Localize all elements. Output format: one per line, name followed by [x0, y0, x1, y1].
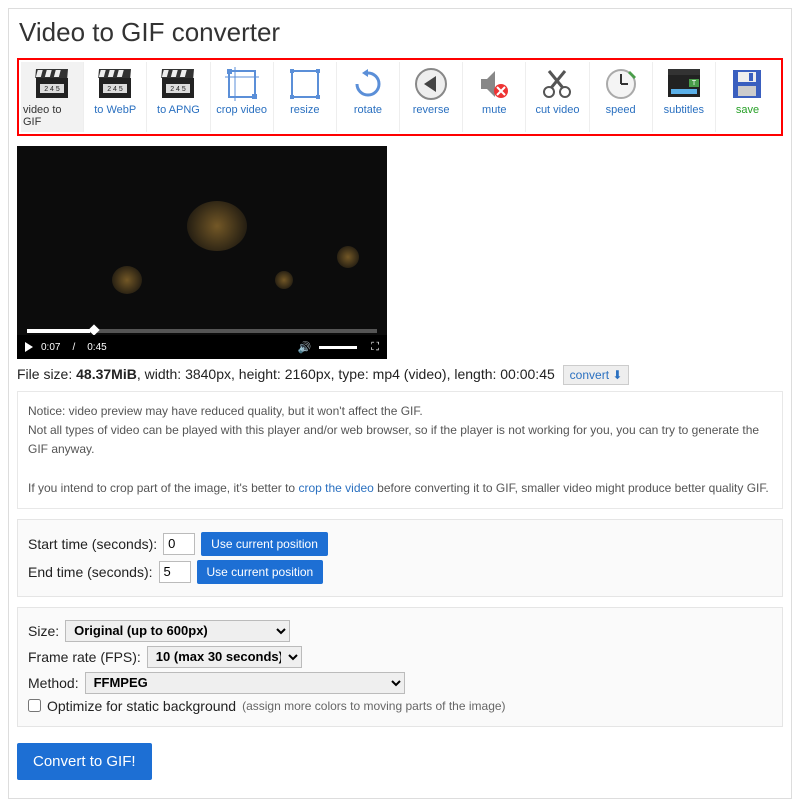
scissors-icon [539, 66, 575, 102]
subtitles-icon: T [666, 66, 702, 102]
tool-label: reverse [413, 104, 450, 116]
fps-label: Frame rate (FPS): [28, 649, 141, 665]
time-panel: Start time (seconds): Use current positi… [17, 519, 783, 597]
time-current: 0:07 [41, 342, 60, 353]
video-preview [17, 146, 387, 359]
svg-text:2 4 5: 2 4 5 [107, 86, 123, 93]
time-separator: / [72, 342, 75, 353]
tool-mute[interactable]: mute [463, 62, 526, 132]
svg-text:2 4 5: 2 4 5 [171, 86, 187, 93]
tool-to-apng[interactable]: 2 4 5 to APNG [147, 62, 210, 132]
start-time-label: Start time (seconds): [28, 536, 157, 552]
end-time-label: End time (seconds): [28, 564, 153, 580]
tool-video-to-gif[interactable]: 2 4 5 video to GIF [21, 62, 84, 132]
convert-link[interactable]: convert ⬇ [563, 365, 630, 385]
notice-line-1: Notice: video preview may have reduced q… [28, 402, 772, 421]
reverse-icon [413, 66, 449, 102]
method-select[interactable]: FFMPEG [85, 672, 405, 694]
end-time-input[interactable] [159, 561, 191, 583]
use-current-start-button[interactable]: Use current position [201, 532, 328, 556]
tool-label: cut video [535, 104, 579, 116]
size-label: Size: [28, 623, 59, 639]
notice-line-3: If you intend to crop part of the image,… [28, 479, 772, 498]
size-select[interactable]: Original (up to 600px) [65, 620, 290, 642]
save-icon [729, 66, 765, 102]
tool-crop-video[interactable]: crop video [211, 62, 274, 132]
fps-select[interactable]: 10 (max 30 seconds) [147, 646, 302, 668]
use-current-end-button[interactable]: Use current position [197, 560, 324, 584]
tool-label: save [736, 104, 759, 116]
rotate-icon [350, 66, 386, 102]
tool-to-webp[interactable]: 2 4 5 to WebP [84, 62, 147, 132]
optimize-checkbox[interactable] [28, 699, 41, 712]
clapperboard-icon: 2 4 5 [34, 66, 70, 102]
meta-rest: , width: 3840px, height: 2160px, type: m… [137, 366, 555, 382]
tool-speed[interactable]: speed [590, 62, 653, 132]
tool-label: video to GIF [23, 104, 81, 128]
tool-label: crop video [216, 104, 267, 116]
play-icon[interactable] [25, 342, 33, 352]
options-panel: Size: Original (up to 600px) Frame rate … [17, 607, 783, 727]
tool-label: subtitles [664, 104, 704, 116]
resize-icon [287, 66, 323, 102]
toolbar: 2 4 5 video to GIF 2 4 5 to WebP 2 4 5 t… [21, 62, 779, 132]
seek-fill [27, 329, 90, 333]
optimize-hint: (assign more colors to moving parts of t… [242, 699, 505, 713]
tool-label: resize [290, 104, 319, 116]
notice-box: Notice: video preview may have reduced q… [17, 391, 783, 509]
mute-icon [476, 66, 512, 102]
clapperboard-icon: 2 4 5 [160, 66, 196, 102]
clapperboard-icon: 2 4 5 [97, 66, 133, 102]
volume-slider[interactable] [319, 346, 357, 349]
time-duration: 0:45 [87, 342, 106, 353]
file-info-line: File size: 48.37MiB, width: 3840px, heig… [17, 365, 783, 385]
seek-bar[interactable] [27, 329, 377, 333]
tool-cut-video[interactable]: cut video [526, 62, 589, 132]
meta-prefix: File size: [17, 366, 76, 382]
tool-rotate[interactable]: rotate [337, 62, 400, 132]
convert-to-gif-button[interactable]: Convert to GIF! [17, 743, 152, 780]
video-controls: 0:07 / 0:45 🔊 ⛶ [17, 335, 387, 359]
video-player[interactable]: 0:07 / 0:45 🔊 ⛶ [17, 146, 387, 359]
tool-resize[interactable]: resize [274, 62, 337, 132]
meta-size: 48.37MiB [76, 366, 137, 382]
tool-label: to APNG [157, 104, 200, 116]
tool-save[interactable]: save [716, 62, 779, 132]
svg-text:T: T [692, 80, 697, 87]
notice-line-2: Not all types of video can be played wit… [28, 421, 772, 459]
page-title: Video to GIF converter [19, 17, 783, 48]
tool-subtitles[interactable]: T subtitles [653, 62, 716, 132]
crop-icon [224, 66, 260, 102]
fullscreen-icon[interactable]: ⛶ [371, 341, 379, 354]
optimize-label: Optimize for static background [47, 698, 236, 714]
start-time-input[interactable] [163, 533, 195, 555]
tool-label: rotate [354, 104, 382, 116]
method-label: Method: [28, 675, 79, 691]
tool-label: speed [606, 104, 636, 116]
speed-icon [603, 66, 639, 102]
tool-label: to WebP [94, 104, 136, 116]
tool-label: mute [482, 104, 506, 116]
download-icon: ⬇ [612, 368, 622, 382]
toolbar-highlight: 2 4 5 video to GIF 2 4 5 to WebP 2 4 5 t… [17, 58, 783, 136]
svg-text:2 4 5: 2 4 5 [44, 86, 60, 93]
volume-icon[interactable]: 🔊 [298, 341, 312, 354]
tool-reverse[interactable]: reverse [400, 62, 463, 132]
crop-video-link[interactable]: crop the video [298, 481, 373, 495]
